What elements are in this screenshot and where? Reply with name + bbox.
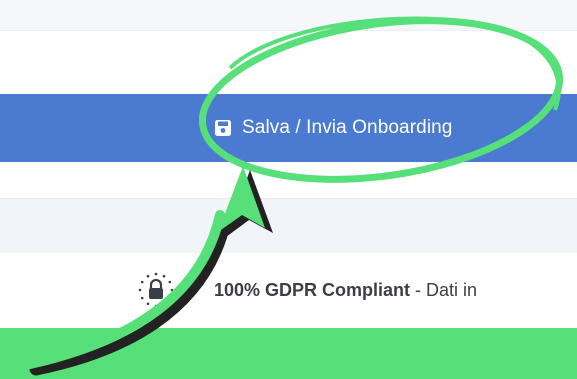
gdpr-compliance-line: 100% GDPR Compliant - Dati in bbox=[136, 270, 477, 310]
save-button-label: Salva / Invia Onboarding bbox=[242, 117, 453, 138]
content-area-middle bbox=[0, 162, 577, 199]
save-submit-button[interactable]: Salva / Invia Onboarding bbox=[0, 94, 577, 162]
eu-stars-padlock-icon bbox=[138, 272, 174, 308]
green-footer-banner bbox=[0, 328, 577, 379]
data-location-text: - Dati in bbox=[415, 279, 478, 300]
gdpr-compliant-text: 100% GDPR Compliant bbox=[214, 279, 411, 300]
top-strip bbox=[0, 0, 577, 31]
section-strip bbox=[0, 199, 577, 253]
save-button-content[interactable]: Salva / Invia Onboarding bbox=[214, 116, 452, 140]
floppy-disk-icon bbox=[215, 120, 231, 136]
content-area-top bbox=[0, 31, 577, 94]
